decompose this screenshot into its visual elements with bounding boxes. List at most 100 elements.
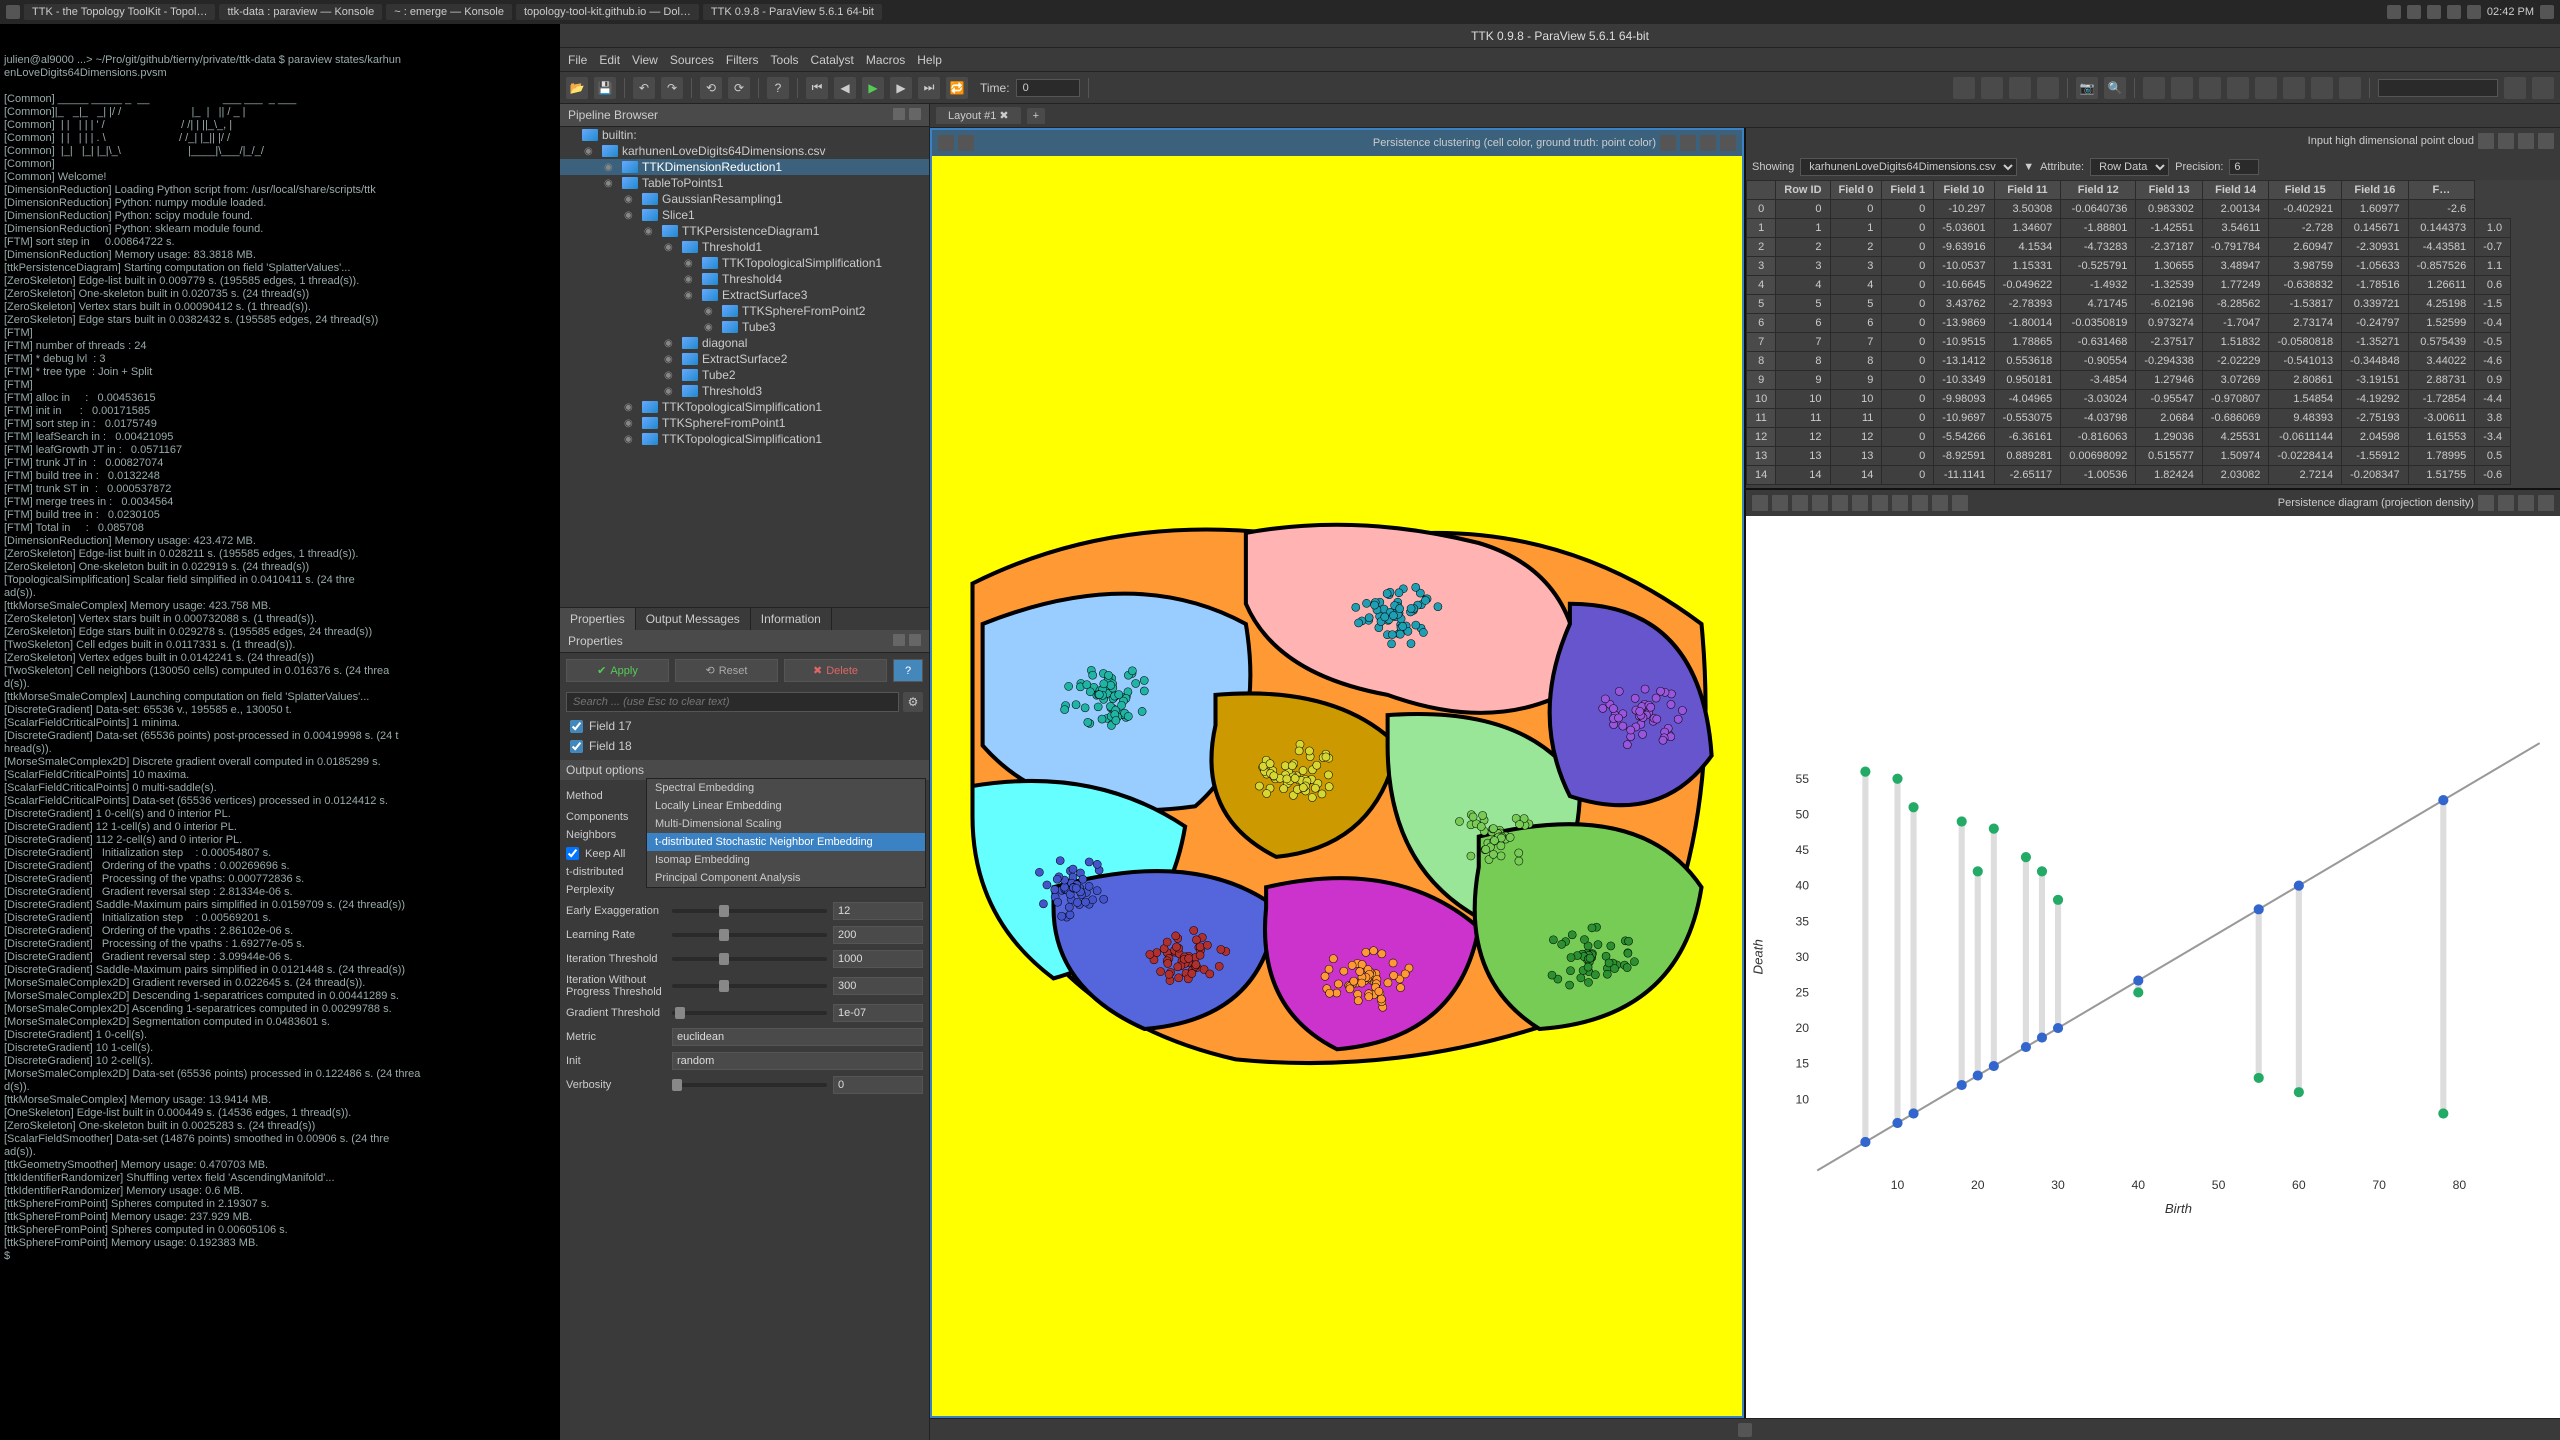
cell[interactable]: 1.27946 <box>2136 371 2203 390</box>
cell[interactable]: -6.02196 <box>2136 295 2203 314</box>
redo-icon[interactable]: ↷ <box>661 77 683 99</box>
cell[interactable]: 3 <box>1830 257 1882 276</box>
cell[interactable]: 10 <box>1830 390 1882 409</box>
cell[interactable]: 0 <box>1882 371 1934 390</box>
taskbar-tab[interactable]: TTK - the Topology ToolKit - Topol… <box>24 4 215 20</box>
toolbar-btn[interactable] <box>2009 77 2031 99</box>
taskbar-tab[interactable]: topology-tool-kit.github.io — Dol… <box>516 4 699 20</box>
view-btn[interactable] <box>958 135 974 151</box>
cell[interactable]: 1.50974 <box>2202 447 2269 466</box>
cell[interactable]: 1.78865 <box>1994 333 2061 352</box>
cell[interactable]: 9.48393 <box>2269 409 2342 428</box>
cell[interactable]: -13.9869 <box>1934 314 1994 333</box>
first-frame-icon[interactable]: ⏮ <box>806 77 828 99</box>
cell[interactable]: -2.75193 <box>2342 409 2409 428</box>
cell[interactable]: -0.5 <box>2475 333 2511 352</box>
cell[interactable]: 0.6 <box>2475 276 2511 295</box>
visibility-icon[interactable]: ◉ <box>684 274 702 285</box>
tray-icon[interactable] <box>2540 5 2554 19</box>
cell[interactable]: -4.19292 <box>2342 390 2409 409</box>
colormap-select[interactable] <box>2378 79 2498 97</box>
cell[interactable]: 0 <box>1882 314 1934 333</box>
menu-file[interactable]: File <box>568 53 587 67</box>
cell[interactable]: -3.4 <box>2475 428 2511 447</box>
cell[interactable]: -0.0611144 <box>2269 428 2342 447</box>
cell[interactable]: 10 <box>1776 390 1830 409</box>
close-icon[interactable] <box>909 108 921 120</box>
cell[interactable]: 4 <box>1776 276 1830 295</box>
cell[interactable]: 0.515577 <box>2136 447 2203 466</box>
terminal-window[interactable]: julien@al9000 ...> ~/Pro/git/github/tier… <box>0 24 560 1440</box>
cell[interactable]: -4.73283 <box>2061 238 2136 257</box>
cell[interactable]: -4.03798 <box>2061 409 2136 428</box>
cell[interactable]: -0.970807 <box>2202 390 2269 409</box>
toolbar-btn[interactable] <box>1981 77 2003 99</box>
cell[interactable]: -0.553075 <box>1994 409 2061 428</box>
pipeline-item[interactable]: ◉TTKSphereFromPoint2 <box>560 303 929 319</box>
reset-button[interactable]: ⟲ Reset <box>675 659 778 682</box>
menu-catalyst[interactable]: Catalyst <box>811 53 854 67</box>
row-header[interactable]: 3 <box>1747 257 1776 276</box>
menu-edit[interactable]: Edit <box>599 53 620 67</box>
pipeline-item[interactable]: ◉TTKPersistenceDiagram1 <box>560 223 929 239</box>
cell[interactable]: -1.80014 <box>1994 314 2061 333</box>
cell[interactable]: 0 <box>1776 200 1830 219</box>
close-icon[interactable] <box>909 634 921 646</box>
cell[interactable]: 4 <box>1830 276 1882 295</box>
cell[interactable]: 3.98759 <box>2269 257 2342 276</box>
gear-icon[interactable]: ⚙ <box>903 692 923 712</box>
method-dropdown[interactable]: Spectral EmbeddingLocally Linear Embeddi… <box>646 778 926 888</box>
early-exaggeration-slider[interactable] <box>672 909 827 913</box>
cell[interactable]: -6.36161 <box>1994 428 2061 447</box>
cell[interactable]: 4.71745 <box>2061 295 2136 314</box>
dropdown-option[interactable]: t-distributed Stochastic Neighbor Embedd… <box>647 833 925 851</box>
view-btn[interactable] <box>1772 495 1788 511</box>
cell[interactable]: -8.92591 <box>1934 447 1994 466</box>
cell[interactable]: -2.37517 <box>2136 333 2203 352</box>
view-btn[interactable] <box>1660 135 1676 151</box>
view-btn[interactable] <box>1912 495 1928 511</box>
cell[interactable]: -0.791784 <box>2202 238 2269 257</box>
row-header[interactable]: 2 <box>1747 238 1776 257</box>
cell[interactable]: 14 <box>1830 466 1882 485</box>
layout-tab[interactable]: Layout #1 ✖ <box>936 107 1021 124</box>
view-btn[interactable] <box>2538 495 2554 511</box>
visibility-icon[interactable]: ◉ <box>624 418 642 429</box>
tab-output-messages[interactable]: Output Messages <box>636 608 751 630</box>
add-layout-button[interactable]: + <box>1027 108 1045 124</box>
properties-panel[interactable]: Field 17 Field 18 Output options Method … <box>560 716 929 1440</box>
spreadsheet-body[interactable]: Row IDField 0Field 1Field 10Field 11Fiel… <box>1746 180 2560 488</box>
cell[interactable]: -0.90554 <box>2061 352 2136 371</box>
cell[interactable]: -0.631468 <box>2061 333 2136 352</box>
view-btn[interactable] <box>938 135 954 151</box>
column-header[interactable] <box>1747 181 1776 200</box>
learning-rate-input[interactable] <box>833 926 923 944</box>
cell[interactable]: -10.3349 <box>1934 371 1994 390</box>
cell[interactable]: 0 <box>1882 276 1934 295</box>
cell[interactable]: -3.19151 <box>2342 371 2409 390</box>
cell[interactable]: 1.78995 <box>2408 447 2475 466</box>
cell[interactable]: 3.8 <box>2475 409 2511 428</box>
menu-sources[interactable]: Sources <box>670 53 714 67</box>
pipeline-item[interactable]: ◉TableToPoints1 <box>560 175 929 191</box>
pipeline-item[interactable]: ◉Tube2 <box>560 367 929 383</box>
search-input[interactable] <box>566 692 899 712</box>
cell[interactable]: 3.48947 <box>2202 257 2269 276</box>
cell[interactable]: -0.4 <box>2475 314 2511 333</box>
visibility-icon[interactable]: ◉ <box>624 434 642 445</box>
cell[interactable]: 0 <box>1882 295 1934 314</box>
cell[interactable]: -8.28562 <box>2202 295 2269 314</box>
toolbar-btn[interactable] <box>2504 77 2526 99</box>
rotate-icon[interactable] <box>2339 77 2361 99</box>
cell[interactable]: -1.53817 <box>2269 295 2342 314</box>
cell[interactable]: 8 <box>1776 352 1830 371</box>
pipeline-item[interactable]: ◉TTKTopologicalSimplification1 <box>560 399 929 415</box>
toolbar-btn[interactable] <box>1953 77 1975 99</box>
cell[interactable]: 0 <box>1882 390 1934 409</box>
cell[interactable]: 2.7214 <box>2269 466 2342 485</box>
cell[interactable]: 3 <box>1776 257 1830 276</box>
visibility-icon[interactable]: ◉ <box>664 338 682 349</box>
cell[interactable]: -0.686069 <box>2202 409 2269 428</box>
cell[interactable]: 0.144373 <box>2408 219 2475 238</box>
cell[interactable]: 9 <box>1776 371 1830 390</box>
